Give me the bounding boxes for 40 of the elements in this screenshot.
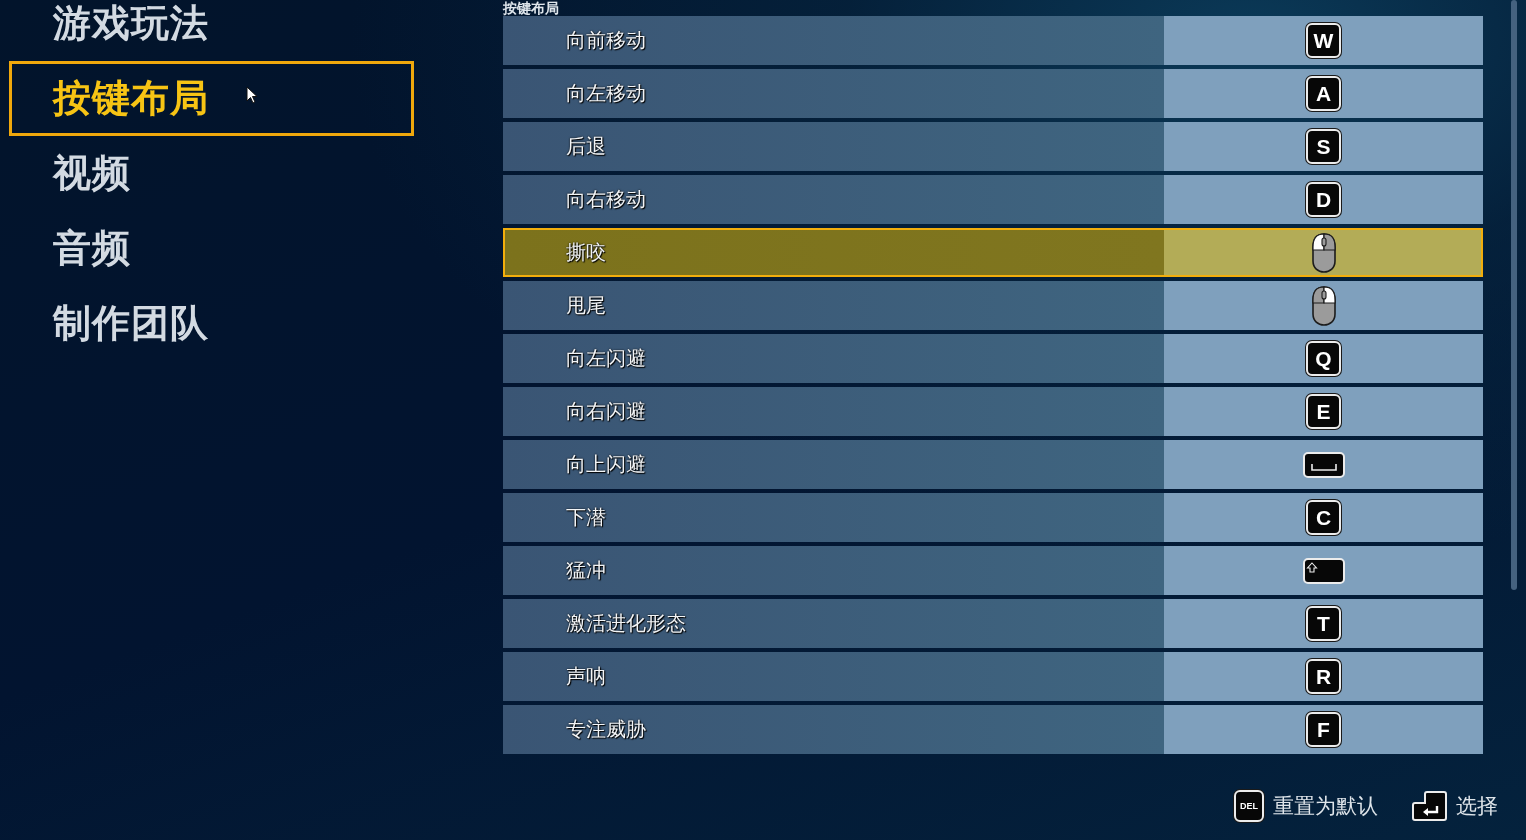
action-label: 撕咬 (566, 239, 606, 266)
action-label: 向左移动 (566, 80, 646, 107)
sidebar-item[interactable]: 制作团队 (9, 286, 414, 361)
section-title: 按键布局 (503, 0, 559, 16)
key-cap: C (1306, 500, 1341, 535)
sidebar-item[interactable]: 视频 (9, 136, 414, 211)
action-label: 向右移动 (566, 186, 646, 213)
action-label: 猛冲 (566, 557, 606, 584)
key-cap: S (1306, 129, 1341, 164)
key-cap: DEL (1234, 790, 1264, 822)
hint-label: 选择 (1456, 793, 1498, 820)
key-cap: R (1306, 659, 1341, 694)
pointer-cursor-icon (246, 86, 258, 104)
action-label: 向上闪避 (566, 451, 646, 478)
action-label: 下潜 (566, 504, 606, 531)
scrollbar[interactable] (1511, 0, 1517, 590)
action-label: 声呐 (566, 663, 606, 690)
key-cap: W (1306, 23, 1341, 58)
sidebar-item[interactable]: 音频 (9, 211, 414, 286)
action-label: 向左闪避 (566, 345, 646, 372)
key-cap: E (1306, 394, 1341, 429)
left-click-mouse-icon (1309, 232, 1338, 273)
action-label: 向前移动 (566, 27, 646, 54)
right-click-mouse-icon (1309, 285, 1338, 326)
sidebar-item[interactable]: 按键布局 (9, 61, 414, 136)
action-label: 后退 (566, 133, 606, 160)
key-cap: Q (1306, 341, 1341, 376)
action-label: 专注威胁 (566, 716, 646, 743)
sidebar-item[interactable]: 游戏玩法 (9, 0, 414, 61)
key-cap: F (1306, 712, 1341, 747)
space-key-icon (1302, 451, 1345, 478)
enter-key-icon (1412, 791, 1447, 821)
key-cap: D (1306, 182, 1341, 217)
hint-label: 重置为默认 (1273, 793, 1378, 820)
action-label: 甩尾 (566, 292, 606, 319)
action-label: 向右闪避 (566, 398, 646, 425)
key-cap: T (1306, 606, 1341, 641)
key-cap: A (1306, 76, 1341, 111)
action-label: 激活进化形态 (566, 610, 686, 637)
shift-key-icon (1302, 557, 1345, 584)
